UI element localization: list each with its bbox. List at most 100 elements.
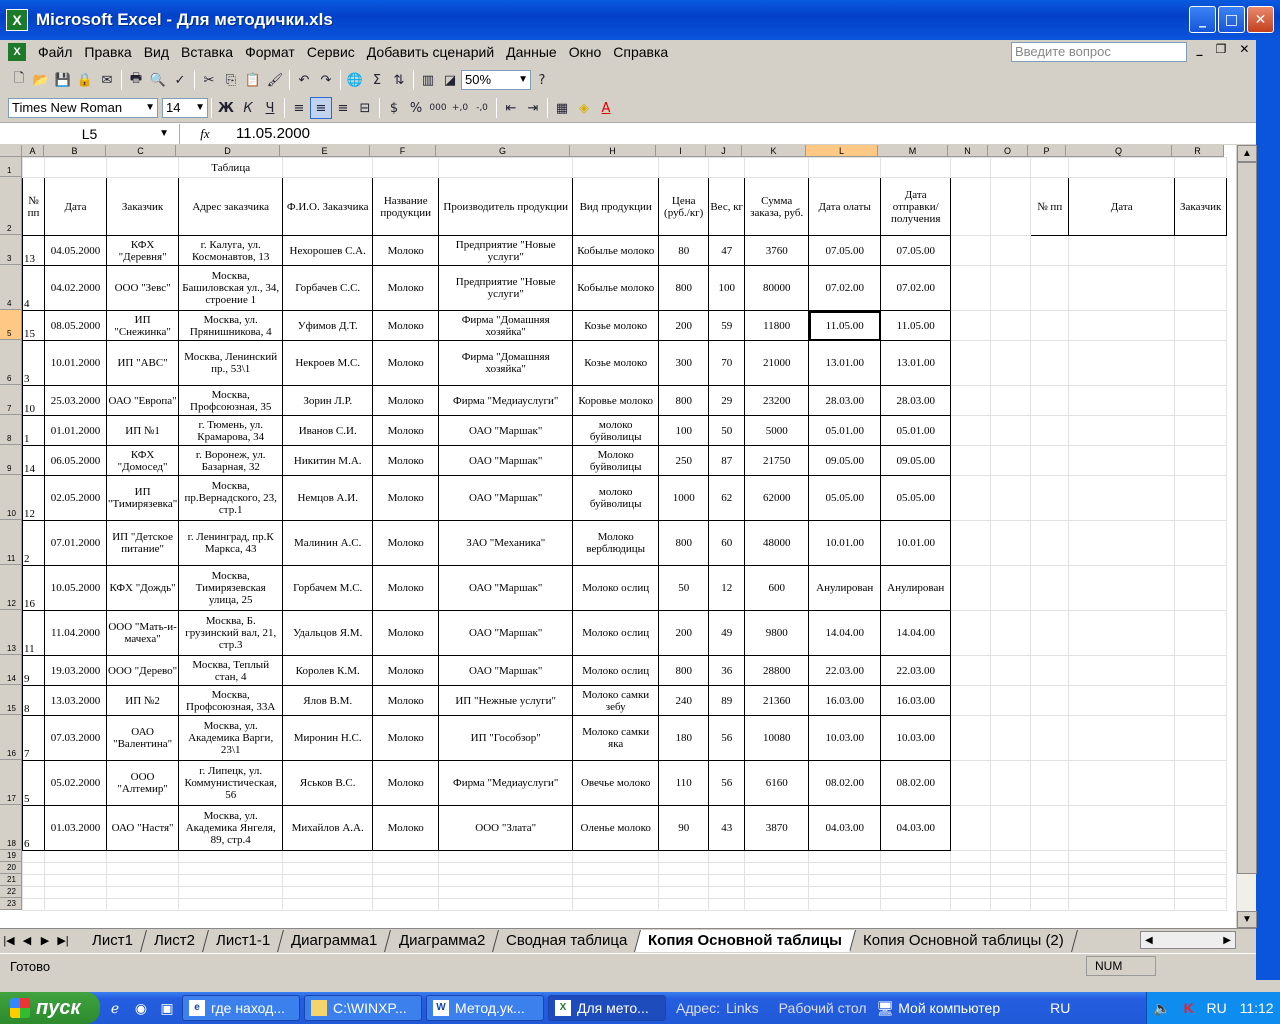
cell[interactable]	[990, 886, 1032, 899]
cell[interactable]	[990, 475, 1032, 521]
undo-icon[interactable]: ↶	[293, 69, 315, 91]
cell[interactable]	[44, 157, 107, 178]
data-cell[interactable]: Зорин Л.Р.	[282, 385, 374, 416]
cell[interactable]	[950, 235, 992, 266]
data-cell[interactable]: ООО "Мать-и-мачеха"	[105, 610, 180, 656]
data-cell[interactable]: 200	[658, 610, 710, 656]
permission-icon[interactable]: 🔒	[74, 69, 96, 91]
cell[interactable]	[990, 340, 1032, 386]
cell[interactable]	[1068, 874, 1176, 887]
decrease-indent-icon[interactable]: ⇤	[500, 97, 522, 119]
column-title[interactable]: Дата олаты	[808, 177, 882, 236]
cell[interactable]	[438, 850, 574, 863]
row-header-18[interactable]: 18	[0, 805, 22, 850]
data-cell[interactable]: 07.01.2000	[44, 520, 107, 566]
cell[interactable]	[1068, 340, 1176, 386]
data-cell[interactable]: 19.03.2000	[44, 655, 107, 686]
data-cell[interactable]: Москва, Башиловская ул., 34, строение 1	[178, 265, 284, 311]
data-cell[interactable]: 10	[22, 385, 45, 416]
row-header-3[interactable]: 3	[0, 235, 22, 265]
cell[interactable]	[1030, 565, 1070, 611]
data-cell[interactable]: 14	[22, 445, 45, 476]
cell[interactable]	[44, 862, 107, 875]
cell[interactable]	[1174, 385, 1228, 416]
mycomputer-toolbar[interactable]: 🖥 Мой компьютер	[877, 1000, 1001, 1017]
cell[interactable]	[438, 886, 574, 899]
row-header-14[interactable]: 14	[0, 655, 22, 685]
doc-minimize-icon[interactable]: _	[1197, 42, 1203, 56]
open-icon[interactable]: 📂	[30, 69, 52, 91]
cell[interactable]	[1030, 610, 1070, 656]
row-header-4[interactable]: 4	[0, 265, 22, 310]
cell[interactable]	[1068, 898, 1176, 911]
data-cell[interactable]: ИП "Нежные услуги"	[438, 685, 574, 716]
data-cell[interactable]: 02.05.2000	[44, 475, 107, 521]
data-cell[interactable]: 43	[708, 805, 746, 851]
help-icon[interactable]: ?	[531, 69, 553, 91]
cell[interactable]	[990, 415, 1032, 446]
side-column-title[interactable]: № пп	[1030, 177, 1070, 236]
column-title[interactable]: № пп	[22, 177, 45, 236]
cell[interactable]	[1174, 310, 1228, 341]
sheet-tab[interactable]: Лист1-1	[202, 929, 285, 952]
print-preview-icon[interactable]: 🔍	[147, 69, 169, 91]
cell[interactable]	[658, 874, 710, 887]
cell[interactable]	[1030, 874, 1070, 887]
data-cell[interactable]: Молоко	[372, 265, 440, 311]
data-cell[interactable]: 9800	[744, 610, 810, 656]
cell[interactable]	[1030, 265, 1070, 311]
data-cell[interactable]: 28.03.00	[880, 385, 952, 416]
data-cell[interactable]: 3870	[744, 805, 810, 851]
fill-color-icon[interactable]: ◈	[573, 97, 595, 119]
first-sheet-icon[interactable]: |◀	[0, 934, 18, 947]
cell[interactable]	[1068, 610, 1176, 656]
data-cell[interactable]: 47	[708, 235, 746, 266]
cell[interactable]	[282, 886, 374, 899]
data-cell[interactable]: Горбачем М.С.	[282, 565, 374, 611]
data-cell[interactable]: 11800	[744, 310, 810, 341]
cell[interactable]	[744, 886, 810, 899]
cell[interactable]	[880, 874, 952, 887]
data-cell[interactable]: 07.03.2000	[44, 715, 107, 761]
cell[interactable]	[744, 157, 810, 178]
cell[interactable]	[1174, 898, 1228, 911]
data-cell[interactable]: ОАО "Настя"	[105, 805, 180, 851]
sheet-tab[interactable]: Копия Основной таблицы (2)	[850, 929, 1078, 952]
data-cell[interactable]: 08.02.00	[880, 760, 952, 806]
task-explorer[interactable]: C:\WINXP...	[304, 995, 422, 1021]
cell[interactable]	[990, 310, 1032, 341]
cell[interactable]	[1068, 385, 1176, 416]
menu-item-1[interactable]: Правка	[78, 44, 137, 60]
data-cell[interactable]: 05.01.00	[808, 415, 882, 446]
data-cell[interactable]: Кобылье молоко	[572, 265, 660, 311]
data-cell[interactable]: Молоко	[372, 340, 440, 386]
chart-wizard-icon[interactable]: ▥	[417, 69, 439, 91]
data-cell[interactable]: 07.05.00	[880, 235, 952, 266]
row-header-21[interactable]: 21	[0, 874, 22, 886]
increase-indent-icon[interactable]: ⇥	[522, 97, 544, 119]
cell[interactable]	[990, 805, 1032, 851]
data-cell[interactable]: молоко буйволицы	[572, 415, 660, 446]
cell[interactable]	[1030, 475, 1070, 521]
cell[interactable]	[990, 655, 1032, 686]
cell[interactable]	[572, 862, 660, 875]
cell[interactable]	[372, 850, 440, 863]
row-header-22[interactable]: 22	[0, 886, 22, 898]
cell[interactable]	[1174, 445, 1228, 476]
data-cell[interactable]: Молоко	[372, 805, 440, 851]
data-cell[interactable]: КФХ "Домосед"	[105, 445, 180, 476]
hyperlink-icon[interactable]: 🌐	[344, 69, 366, 91]
cell[interactable]	[1174, 415, 1228, 446]
cell[interactable]	[1068, 415, 1176, 446]
cell[interactable]	[372, 874, 440, 887]
cell[interactable]	[950, 805, 992, 851]
cell[interactable]	[950, 415, 992, 446]
data-cell[interactable]: Малинин А.С.	[282, 520, 374, 566]
data-cell[interactable]: Козье молоко	[572, 340, 660, 386]
cell[interactable]	[1068, 850, 1176, 863]
cell-area[interactable]: Таблица № пп Дата Заказчик Адрес заказчика Ф.…	[22, 157, 1228, 911]
data-cell[interactable]: Яськов В.С.	[282, 760, 374, 806]
data-cell[interactable]: 07.05.00	[808, 235, 882, 266]
cell[interactable]	[990, 565, 1032, 611]
data-cell[interactable]: 80000	[744, 265, 810, 311]
